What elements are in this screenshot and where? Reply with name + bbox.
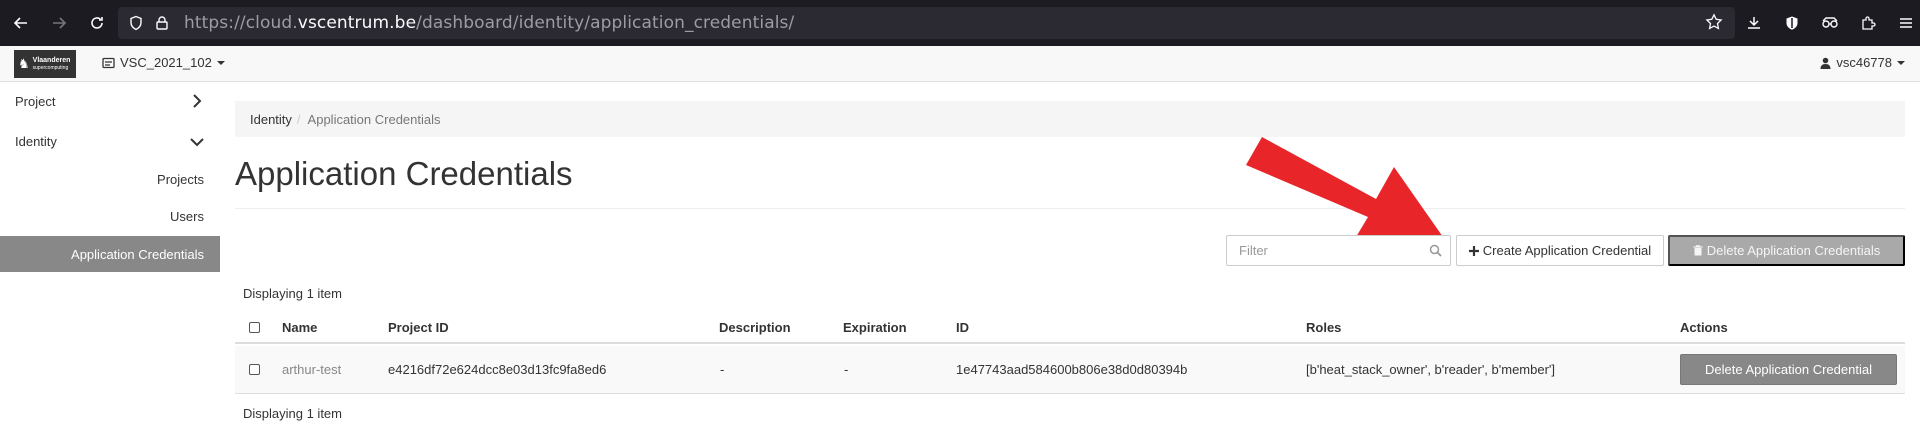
sidebar-item-label: Project	[15, 93, 56, 109]
browser-toolbar-icons	[1735, 6, 1920, 40]
tracking-shield-icon[interactable]	[128, 15, 144, 31]
credential-expiration: -	[844, 362, 849, 377]
credential-name-link[interactable]: arthur-test	[282, 346, 341, 393]
user-icon	[1820, 57, 1831, 69]
url-text: https://cloud.vscentrum.be/dashboard/ide…	[184, 13, 795, 33]
reload-icon	[91, 17, 103, 29]
lock-icon[interactable]	[154, 15, 170, 31]
lion-logo-icon: ♞	[18, 56, 30, 71]
create-button-label: Create Application Credential	[1482, 243, 1652, 258]
caret-down-icon	[1897, 60, 1905, 65]
row-select-cell	[249, 346, 260, 393]
filter-input[interactable]	[1239, 243, 1419, 258]
plus-icon	[1468, 245, 1479, 256]
project-name: VSC_2021_102	[120, 55, 212, 70]
breadcrumb-current: Application Credentials	[307, 111, 441, 127]
arrow-left-icon	[13, 17, 27, 29]
page-title: Application Credentials	[235, 155, 573, 192]
hamburger-menu-icon[interactable]	[1887, 6, 1920, 40]
sidebar-subitem-label: Projects	[157, 171, 204, 187]
app-navbar: ♞ Vlaanderen supercomputing VSC_2021_102 …	[0, 46, 1920, 82]
column-header-name[interactable]: Name	[282, 312, 317, 342]
filter-box	[1226, 235, 1451, 266]
select-all-checkbox[interactable]	[249, 321, 260, 333]
credential-id: 1e47743aad584600b806e38d0d80394b	[956, 362, 1188, 377]
sidebar-item-application-credentials[interactable]: Application Credentials	[0, 236, 220, 272]
sidebar-item-projects[interactable]: Projects	[0, 162, 220, 196]
create-application-credential-button[interactable]: Create Application Credential	[1456, 235, 1664, 266]
username: vsc46778	[1836, 55, 1892, 70]
browser-toolbar: https://cloud.vscentrum.be/dashboard/ide…	[0, 0, 1920, 46]
arrow-right-icon	[53, 17, 67, 29]
credential-description: -	[720, 362, 725, 377]
column-header-description[interactable]: Description	[719, 312, 791, 342]
private-mask-icon[interactable]	[1811, 6, 1849, 40]
reload-button[interactable]	[80, 6, 114, 40]
sidebar: Project Identity Projects Users Applicat…	[0, 82, 220, 442]
delete-application-credentials-button[interactable]: Delete Application Credentials	[1668, 235, 1905, 266]
back-button[interactable]	[4, 6, 38, 40]
credential-roles: [b'heat_stack_owner', b'reader', b'membe…	[1306, 362, 1556, 377]
sidebar-item-identity[interactable]: Identity	[0, 122, 220, 160]
vsc-logo[interactable]: ♞ Vlaanderen supercomputing	[14, 50, 76, 78]
row-checkbox[interactable]	[249, 364, 260, 375]
trash-icon	[1693, 245, 1703, 256]
credential-project-id: e4216df72e624dcc8e03d13fc9fa8ed6	[388, 362, 607, 377]
search-icon[interactable]	[1429, 244, 1442, 262]
forward-button[interactable]	[42, 6, 76, 40]
sidebar-item-project[interactable]: Project	[0, 82, 220, 120]
delete-all-button-label: Delete Application Credentials	[1706, 243, 1881, 258]
table-row: arthur-test e4216df72e624dcc8e03d13fc9fa…	[235, 346, 1905, 394]
ublock-shield-icon[interactable]	[1773, 6, 1811, 40]
project-switcher[interactable]: VSC_2021_102	[102, 55, 225, 70]
column-header-actions: Actions	[1680, 319, 1728, 335]
delete-application-credential-button[interactable]: Delete Application Credential	[1680, 354, 1897, 385]
select-all-cell	[249, 312, 260, 342]
sidebar-subitem-label: Users	[170, 208, 204, 224]
column-header-project-id[interactable]: Project ID	[388, 312, 449, 342]
display-count-bottom: Displaying 1 item	[243, 406, 342, 421]
chevron-down-icon	[190, 135, 204, 150]
sidebar-subitem-label: Application Credentials	[71, 246, 204, 262]
column-header-roles[interactable]: Roles	[1306, 312, 1341, 342]
download-icon[interactable]	[1735, 6, 1773, 40]
bookmark-star-icon[interactable]	[1705, 13, 1723, 36]
breadcrumb-separator: /	[296, 111, 301, 127]
table-header: Name Project ID Description Expiration I…	[235, 312, 1905, 344]
address-bar[interactable]: https://cloud.vscentrum.be/dashboard/ide…	[118, 7, 1735, 39]
extensions-puzzle-icon[interactable]	[1849, 6, 1887, 40]
caret-down-icon	[216, 60, 225, 65]
column-header-expiration[interactable]: Expiration	[843, 312, 907, 342]
logo-brand-text: Vlaanderen supercomputing	[32, 56, 71, 71]
breadcrumb-identity-link[interactable]: Identity	[250, 112, 292, 127]
title-divider	[235, 208, 1905, 209]
column-header-id[interactable]: ID	[956, 312, 969, 342]
sidebar-item-users[interactable]: Users	[0, 199, 220, 233]
chevron-right-icon	[192, 94, 202, 111]
user-menu[interactable]: vsc46778	[1820, 55, 1905, 70]
display-count-top: Displaying 1 item	[243, 286, 342, 301]
server-icon	[102, 57, 115, 68]
breadcrumb: Identity / Application Credentials	[235, 101, 1905, 137]
sidebar-item-label: Identity	[15, 133, 57, 149]
